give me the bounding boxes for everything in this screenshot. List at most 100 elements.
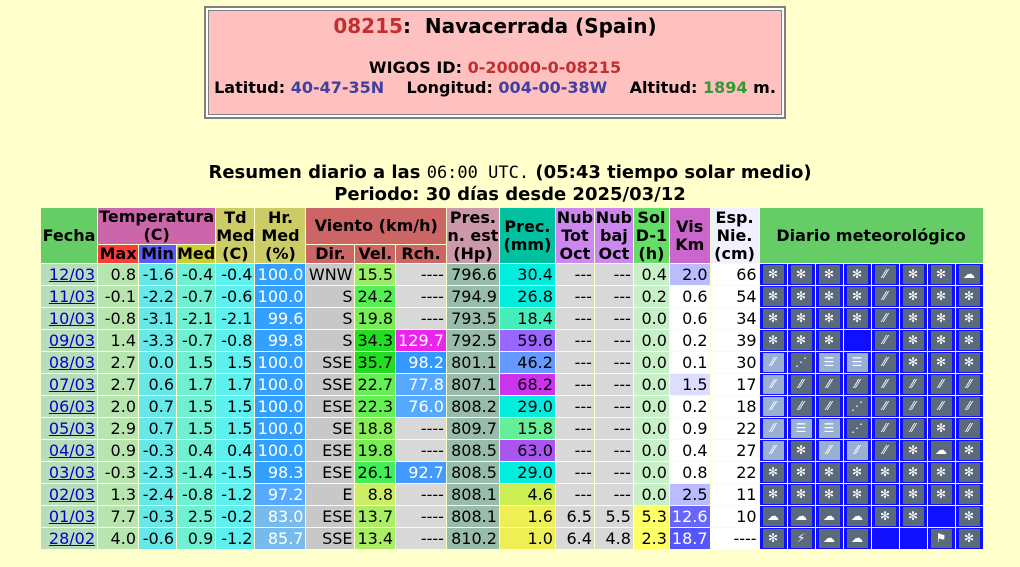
- header-fecha: Fecha: [41, 208, 97, 263]
- dewpoint-cell: -0.4: [216, 264, 255, 285]
- visibility-cell: 0.6: [669, 308, 710, 329]
- date-cell: 28/02: [41, 528, 97, 549]
- wind-gust-cell: ----: [396, 506, 446, 527]
- snow-icon: ✻: [958, 287, 980, 306]
- weather-diary-cell: ✻: [815, 286, 843, 307]
- weather-diary-cell: ⁄⁄: [871, 418, 899, 439]
- weather-diary-cell: ✻: [787, 440, 815, 461]
- humidity-cell: 100.0: [255, 286, 306, 307]
- rainl-icon: ⁄⁄: [818, 441, 840, 460]
- precip-cell: 63.0: [499, 440, 555, 461]
- weather-diary-cell: ⁄⁄: [955, 418, 983, 439]
- empty-icon: [930, 507, 952, 526]
- rain-icon: ⁄⁄: [874, 441, 896, 460]
- date-link[interactable]: 10/03: [49, 309, 95, 328]
- date-link[interactable]: 07/03: [49, 375, 95, 394]
- station-title: 08215: Navacerrada (Spain): [333, 14, 657, 38]
- table-row: 28/02 4.0 -0.6 0.9 -1.2 85.7 SSE 13.4 ---- 810.2 1…: [41, 528, 983, 549]
- wind-dir-cell: WNW: [306, 264, 355, 285]
- header-td: Td Med (C): [216, 207, 255, 263]
- date-link[interactable]: 03/03: [49, 463, 95, 482]
- cloud-low-cell: ---: [594, 440, 633, 461]
- date-link[interactable]: 02/03: [49, 485, 95, 504]
- date-link[interactable]: 08/03: [49, 353, 95, 372]
- weather-diary-cell: ⁄⁄: [815, 440, 843, 461]
- sunshine-cell: 0.2: [633, 286, 669, 307]
- dewpoint-cell: -0.6: [216, 286, 255, 307]
- weather-diary-cell: ✻: [871, 506, 899, 527]
- temp-med-cell: -1.4: [177, 462, 216, 483]
- table-body: 12/03 0.8 -1.6 -0.4 -0.4 100.0 WNW 15.5 ---- 796.…: [41, 264, 983, 549]
- wind-speed-cell: 13.4: [355, 528, 396, 549]
- wind-speed-cell: 18.8: [355, 418, 396, 439]
- snow-icon: ✻: [790, 441, 812, 460]
- date-cell: 05/03: [41, 418, 97, 439]
- weather-diary-cell: ⚑: [927, 528, 955, 549]
- weather-diary-cell: ✻: [927, 286, 955, 307]
- cloud-total-cell: 6.4: [555, 528, 594, 549]
- weather-diary-cell: ✻: [899, 462, 927, 483]
- summary-time: 06:00 UTC.: [426, 163, 530, 183]
- date-link[interactable]: 05/03: [49, 419, 95, 438]
- daily-summary-table: Fecha Temperatura (C) Td Med (C) Hr. Med…: [40, 207, 984, 550]
- rain-icon: ⁄⁄: [874, 287, 896, 306]
- header-nub-baj: Nub baj Oct: [594, 207, 633, 263]
- header-dir: Dir.: [306, 245, 355, 263]
- table-row: 06/03 2.0 0.7 1.5 1.5 100.0 ESE 22.3 76.0 808.2 29…: [41, 396, 983, 417]
- wind-dir-cell: SSE: [306, 374, 355, 395]
- date-link[interactable]: 11/03: [49, 287, 95, 306]
- fog-icon: ☁: [846, 507, 868, 526]
- pressure-cell: 808.1: [446, 506, 499, 527]
- snow-icon: ✻: [790, 485, 812, 504]
- temp-med-cell: 1.7: [177, 374, 216, 395]
- storm-icon: ⚡: [790, 529, 812, 548]
- weather-diary-cell: ✻: [955, 484, 983, 505]
- date-link[interactable]: 01/03: [49, 507, 95, 526]
- snow-icon: ✻: [790, 287, 812, 306]
- snow-icon: ✻: [762, 265, 784, 284]
- table-row: 09/03 1.4 -3.3 -0.7 -0.8 99.8 S 34.3 129.7 792.5 5…: [41, 330, 983, 351]
- snow-depth-cell: 17: [710, 374, 759, 395]
- wind-dir-cell: SSE: [306, 352, 355, 373]
- cloud-low-cell: ---: [594, 264, 633, 285]
- snow-icon: ✻: [874, 463, 896, 482]
- date-link[interactable]: 06/03: [49, 397, 95, 416]
- weather-diary-cell: ✻: [759, 484, 787, 505]
- snow-icon: ✻: [818, 331, 840, 350]
- weather-diary-cell: ✻: [815, 484, 843, 505]
- table-row: 07/03 2.7 0.6 1.7 1.7 100.0 SSE 22.7 77.8 807.1 68…: [41, 374, 983, 395]
- pressure-cell: 808.5: [446, 440, 499, 461]
- cloud-total-cell: ---: [555, 440, 594, 461]
- snow-depth-cell: 22: [710, 418, 759, 439]
- table-row: 10/03 -0.8 -3.1 -2.1 -2.1 99.6 S 19.8 ---- 793.5 1…: [41, 308, 983, 329]
- snow-depth-cell: 34: [710, 308, 759, 329]
- snow-icon: ✻: [930, 419, 952, 438]
- humidity-cell: 98.3: [255, 462, 306, 483]
- summary-solar: (05:43 tiempo solar medio): [535, 162, 812, 183]
- weather-diary-cell: ☰: [843, 352, 871, 373]
- date-link[interactable]: 09/03: [49, 331, 95, 350]
- pressure-cell: 792.5: [446, 330, 499, 351]
- period-label: Periodo:: [334, 184, 420, 205]
- weather-diary-cell: ✻: [927, 352, 955, 373]
- rainl-icon: ⁄⁄: [846, 441, 868, 460]
- date-link[interactable]: 28/02: [49, 529, 95, 548]
- weather-diary-cell: ✻: [759, 330, 787, 351]
- humidity-cell: 100.0: [255, 352, 306, 373]
- date-link[interactable]: 04/03: [49, 441, 95, 460]
- pressure-cell: 807.1: [446, 374, 499, 395]
- summary-prefix: Resumen diario a las: [208, 162, 421, 183]
- temp-min-cell: -0.3: [139, 506, 176, 527]
- wind-gust-cell: 129.7: [396, 330, 446, 351]
- table-row: 08/03 2.7 0.0 1.5 1.5 100.0 SSE 35.7 98.2 801.1 46…: [41, 352, 983, 373]
- humidity-cell: 100.0: [255, 440, 306, 461]
- pressure-cell: 809.7: [446, 418, 499, 439]
- temp-min-cell: -1.6: [139, 264, 176, 285]
- rain-icon: ⁄⁄: [930, 375, 952, 394]
- wind-dir-cell: ESE: [306, 462, 355, 483]
- date-link[interactable]: 12/03: [49, 265, 95, 284]
- humidity-cell: 100.0: [255, 418, 306, 439]
- sunshine-cell: 0.0: [633, 308, 669, 329]
- cloud-low-cell: ---: [594, 374, 633, 395]
- snow-icon: ✻: [818, 309, 840, 328]
